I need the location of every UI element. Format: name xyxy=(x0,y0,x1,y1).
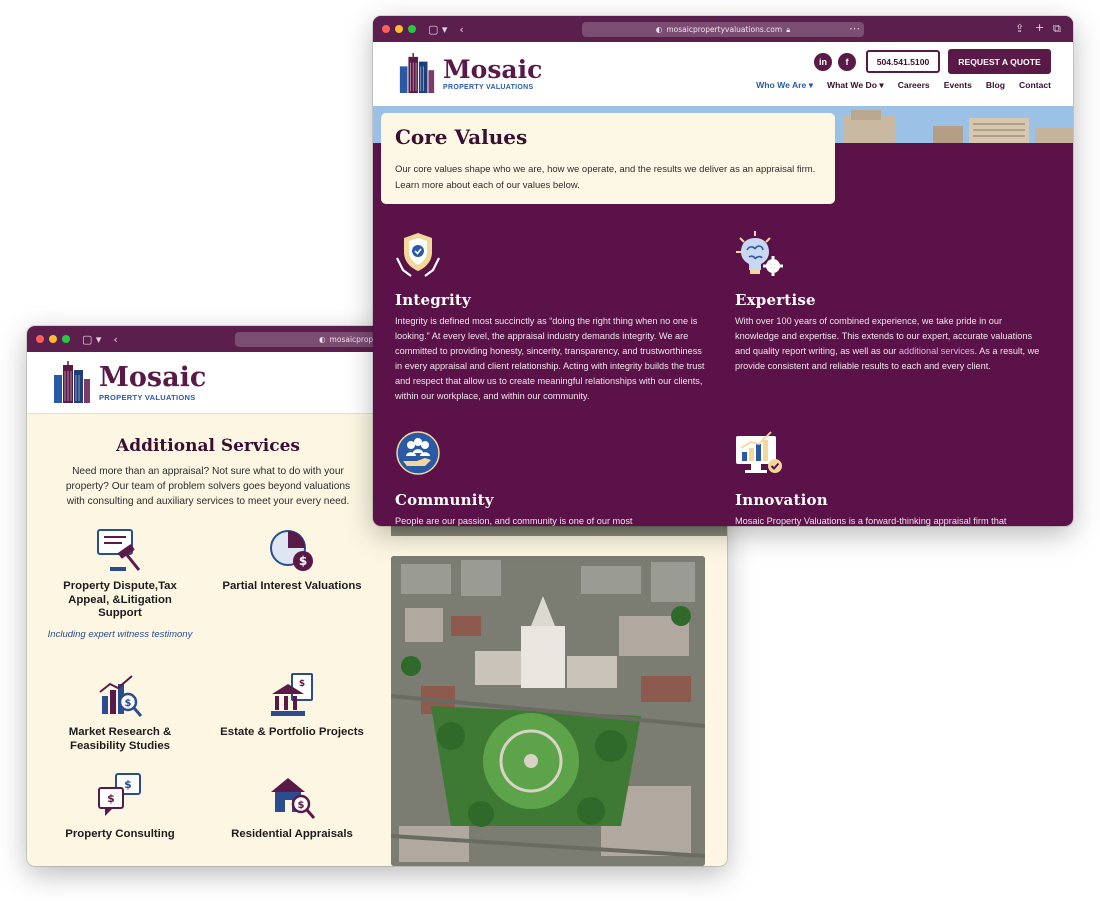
facebook-icon[interactable]: f xyxy=(838,53,856,71)
service-label: Residential Appraisals xyxy=(231,828,353,840)
value-expertise: Expertise With over 100 years of combine… xyxy=(735,230,1045,374)
service-label: Market Research & Feasibility Studies xyxy=(68,726,172,752)
pie-dollar-icon: $ xyxy=(270,530,313,571)
zoom-dot[interactable] xyxy=(62,335,70,343)
services-section: Additional Services Need more than an ap… xyxy=(27,414,389,866)
svg-text:$: $ xyxy=(299,679,305,689)
logo-wordmark: Mosaic xyxy=(443,55,543,84)
core-values-window: ▢ ▾ ‹ ◐ mosaicpropertyvaluations.com 🔒︎ … xyxy=(373,16,1073,526)
window-controls xyxy=(382,25,416,33)
people-hand-icon xyxy=(396,431,440,475)
value-title: Innovation xyxy=(735,491,828,509)
service-label: Property Consulting xyxy=(65,828,175,840)
value-text: Integrity is defined most succinctly as … xyxy=(395,316,705,401)
browser-toolbar: ▢ ▾ ‹ ◐ mosaicpropertyvaluations.com 🔒︎ … xyxy=(373,16,1073,42)
logo-subtitle: PROPERTY VALUATIONS xyxy=(99,392,196,402)
linkedin-icon[interactable]: in xyxy=(814,53,832,71)
page-intro: Our core values shape who we are, how we… xyxy=(395,164,816,191)
mosaic-logo[interactable]: Mosaic PROPERTY VALUATIONS xyxy=(397,52,542,96)
window-controls xyxy=(36,335,70,343)
shield-hands-icon xyxy=(396,233,440,277)
nav-what-we-do[interactable]: What We Do ▾ xyxy=(827,80,884,91)
minimize-dot[interactable] xyxy=(395,25,403,33)
nav-events[interactable]: Events xyxy=(944,80,972,91)
chat-dollar-icon: $ $ xyxy=(98,773,141,816)
value-text: Mosaic Property Valuations is a forward-… xyxy=(735,516,1007,526)
chart-magnifier-icon: $ xyxy=(99,675,143,717)
value-integrity: Integrity Integrity is defined most succ… xyxy=(395,230,705,404)
sidebar-icon[interactable]: ▢ ▾ xyxy=(82,333,101,346)
service-partial-interest[interactable]: $ Partial Interest Valuations xyxy=(217,526,367,594)
monitor-chart-icon xyxy=(736,431,782,473)
address-bar[interactable]: ◐ mosaicpropertyvaluations.com 🔒︎ xyxy=(582,22,864,37)
nav-contact[interactable]: Contact xyxy=(1019,80,1051,91)
address-text: mosaicpropertyvaluations.com xyxy=(666,25,783,34)
value-title: Expertise xyxy=(735,291,816,309)
bank-document-icon: $ xyxy=(271,673,313,716)
aerial-city-photo xyxy=(391,556,705,866)
site-favicon-icon: ◐ xyxy=(655,25,663,34)
value-innovation: Innovation Mosaic Property Valuations is… xyxy=(735,430,1045,526)
house-magnifier-icon: $ xyxy=(271,778,316,819)
section-intro: Need more than an appraisal? Not sure wh… xyxy=(65,466,351,507)
logo-wordmark: Mosaic xyxy=(99,361,207,393)
site-favicon-icon: ◐ xyxy=(319,335,326,344)
close-dot[interactable] xyxy=(36,335,44,343)
nav-blog[interactable]: Blog xyxy=(986,80,1005,91)
back-arrow-icon[interactable]: ‹ xyxy=(459,23,463,36)
page-title: Core Values xyxy=(395,125,528,149)
value-text: People are our passion, and community is… xyxy=(395,516,633,526)
request-quote-button[interactable]: REQUEST A QUOTE xyxy=(948,49,1051,74)
value-title: Integrity xyxy=(395,291,471,309)
share-icon[interactable]: ⇪ xyxy=(1015,22,1024,35)
gavel-icon xyxy=(97,529,141,571)
value-community: Community People are our passion, and co… xyxy=(395,430,705,526)
core-values-card: Core Values Our core values shape who we… xyxy=(381,113,835,204)
service-residential-appraisals[interactable]: $ Residential Appraisals xyxy=(217,772,367,842)
svg-text:$: $ xyxy=(107,792,115,805)
service-property-consulting[interactable]: $ $ Property Consulting xyxy=(45,772,195,842)
brain-gear-icon xyxy=(736,231,783,276)
service-estate-portfolio[interactable]: $ Estate & Portfolio Projects xyxy=(217,672,367,740)
service-label: Property Dispute,Tax Appeal, &Litigation… xyxy=(63,580,177,619)
svg-text:$: $ xyxy=(124,778,132,791)
mosaic-logo[interactable]: Mosaic PROPERTY VALUATIONS xyxy=(51,360,207,405)
service-litigation-support[interactable]: Property Dispute,Tax Appeal, &Litigation… xyxy=(45,526,195,642)
additional-services-link[interactable]: additional services xyxy=(899,346,975,356)
svg-text:$: $ xyxy=(125,698,132,709)
nav-label: Who We Are xyxy=(756,80,807,90)
value-text: With over 100 years of combined experien… xyxy=(735,314,1045,374)
logo-subtitle: PROPERTY VALUATIONS xyxy=(443,84,534,91)
nav-careers[interactable]: Careers xyxy=(898,80,930,91)
more-icon[interactable]: ⋯ xyxy=(849,22,860,35)
back-arrow-icon[interactable]: ‹ xyxy=(113,333,117,346)
new-tab-icon[interactable]: + xyxy=(1035,21,1044,34)
tabs-overview-icon[interactable]: ⧉ xyxy=(1053,22,1061,36)
chevron-down-icon: ▾ xyxy=(808,80,814,90)
chevron-down-icon: ▾ xyxy=(879,80,884,90)
service-label: Partial Interest Valuations xyxy=(222,580,362,592)
svg-text:$: $ xyxy=(299,554,307,568)
aerial-photo-art xyxy=(391,556,705,866)
service-label: Estate & Portfolio Projects xyxy=(220,726,364,738)
service-note: Including expert witness testimony xyxy=(47,628,193,640)
minimize-dot[interactable] xyxy=(49,335,57,343)
lock-icon: 🔒︎ xyxy=(786,24,791,34)
phone-button[interactable]: 504.541.5100 xyxy=(866,50,940,73)
nav-label: What We Do xyxy=(827,80,877,90)
service-market-research[interactable]: $ Market Research & Feasibility Studies xyxy=(45,672,195,753)
composite-stage: ▢ ▾ ‹ ◐ mosaicproper Mosaic PROPERTY VAL… xyxy=(0,0,1100,901)
main-nav: Who We Are ▾ What We Do ▾ Careers Events… xyxy=(756,80,1051,91)
svg-text:$: $ xyxy=(298,800,305,811)
value-title: Community xyxy=(395,491,494,509)
sidebar-icon[interactable]: ▢ ▾ xyxy=(428,23,447,36)
close-dot[interactable] xyxy=(382,25,390,33)
skyline-logo-icon xyxy=(399,53,435,94)
section-title: Additional Services xyxy=(116,436,300,456)
skyline-logo-icon xyxy=(54,360,90,403)
nav-who-we-are[interactable]: Who We Are ▾ xyxy=(756,80,813,91)
zoom-dot[interactable] xyxy=(408,25,416,33)
